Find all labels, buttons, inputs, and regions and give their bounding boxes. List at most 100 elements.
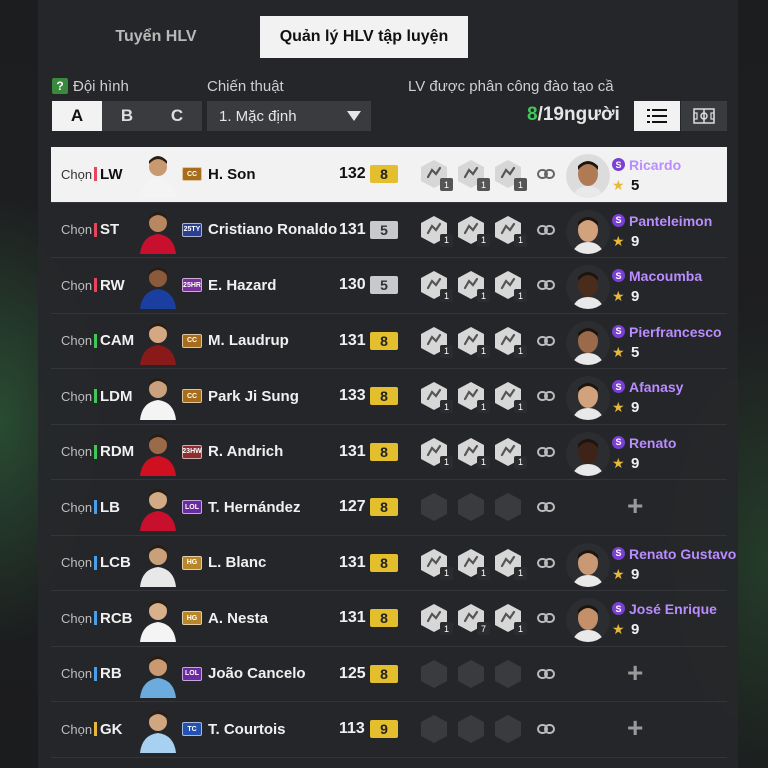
player-name: Cristiano Ronaldo — [208, 221, 338, 239]
position-color-bar — [94, 389, 97, 404]
skill-level: 1 — [477, 233, 490, 247]
upgrade-grade: 5 — [370, 276, 398, 295]
position-color-bar — [94, 333, 97, 348]
coach-level: 9 — [631, 399, 640, 416]
player-row[interactable]: Chọn RCB HG A. Nesta 131 8 1 7 1 S José Enrique ★ 9 — [51, 591, 727, 647]
choose-button[interactable]: Chọn — [61, 666, 92, 681]
player-name: R. Andrich — [208, 443, 284, 461]
coach-level: 5 — [631, 343, 640, 361]
tab-recruit-coach[interactable]: Tuyển HLV — [52, 16, 260, 58]
list-view-button[interactable] — [634, 101, 680, 131]
skill-hex-icon: 7 — [456, 603, 490, 636]
coach-badge-icon: S — [612, 158, 625, 171]
assigned-count: 8/19người — [527, 104, 620, 126]
position-label: LDM — [100, 387, 133, 405]
position-color-bar — [94, 444, 97, 459]
help-icon[interactable]: ? — [52, 78, 68, 94]
coach-badge-icon: S — [612, 269, 625, 282]
coach-avatar[interactable] — [566, 209, 610, 254]
season-badge: 25TY — [182, 222, 202, 237]
lineup-b-button[interactable]: B — [102, 101, 152, 131]
tab-manage-coach[interactable]: Quản lý HLV tập luyện — [260, 16, 468, 58]
skill-hex-icon: 1 — [493, 437, 527, 469]
choose-button[interactable]: Chọn — [61, 222, 92, 237]
add-coach-icon[interactable]: + — [627, 657, 643, 689]
add-coach-icon[interactable]: + — [627, 490, 643, 522]
link-icon — [537, 557, 555, 568]
choose-button[interactable]: Chọn — [61, 389, 92, 404]
choose-button[interactable]: Chọn — [61, 555, 92, 570]
star-icon: ★ — [612, 288, 625, 304]
skill-level: 1 — [514, 566, 527, 580]
coach-name: Renato — [629, 434, 677, 451]
choose-button[interactable]: Chọn — [61, 278, 92, 293]
assign-label: LV được phân công đào tạo cầu thủ — [408, 78, 614, 95]
season-badge: LOL — [182, 666, 202, 681]
player-row[interactable]: Chọn CAM CC M. Laudrup 131 8 1 1 1 S Pierfrancesco… — [51, 314, 727, 369]
coach-avatar[interactable] — [566, 431, 610, 476]
player-row[interactable]: Chọn ST 25TY Cristiano Ronaldo 131 5 1 1 1 S Pante… — [51, 203, 727, 258]
coach-avatar[interactable] — [566, 542, 610, 587]
skill-hex-icon: 1 — [493, 548, 527, 580]
star-icon: ★ — [612, 232, 625, 249]
add-coach-icon[interactable]: + — [627, 712, 643, 744]
coach-avatar[interactable] — [566, 154, 610, 198]
choose-button[interactable]: Chọn — [61, 333, 92, 348]
player-row[interactable]: Chọn GK TC T. Courtois 113 9 + — [51, 702, 727, 758]
skill-level: 1 — [477, 344, 490, 358]
skill-hex-icon: 1 — [419, 326, 453, 358]
position-label: LW — [100, 165, 123, 183]
skill-hex-icon: 1 — [493, 270, 527, 303]
player-row[interactable]: Chọn RB LOL João Cancelo 125 8 + — [51, 647, 727, 702]
training-skills: 1 1 1 — [419, 159, 527, 192]
coach-avatar[interactable] — [566, 598, 610, 642]
tactic-dropdown[interactable]: 1. Mặc định — [207, 101, 371, 131]
player-avatar — [137, 485, 179, 531]
training-skills — [419, 492, 527, 522]
player-row[interactable]: Chọn LB LOL T. Hernández 127 8 + — [51, 480, 727, 536]
link-icon — [537, 613, 555, 624]
link-icon — [537, 391, 555, 402]
coach-badge-icon: S — [612, 435, 625, 449]
player-ovr: 125 — [339, 664, 366, 682]
skill-level: 1 — [440, 455, 453, 469]
choose-button[interactable]: Chọn — [61, 167, 92, 182]
pitch-icon — [693, 108, 715, 124]
skill-level: 7 — [477, 622, 490, 636]
season-badge: CC — [182, 389, 202, 404]
choose-button[interactable]: Chọn — [61, 444, 92, 459]
player-row[interactable]: Chọn LDM CC Park Ji Sung 133 8 1 1 1 S Afanasy ★ 9 — [51, 369, 727, 425]
skill-hex-icon: 1 — [493, 381, 527, 414]
coach-avatar[interactable] — [566, 320, 610, 365]
coach-avatar[interactable] — [566, 376, 610, 420]
lineup-a-button[interactable]: A — [52, 101, 102, 131]
coach-name: Macoumba — [629, 268, 703, 284]
position-label: RB — [100, 665, 122, 683]
skill-hex-icon: 1 — [493, 603, 527, 636]
skill-level: 1 — [440, 233, 453, 247]
skill-level: 1 — [477, 289, 490, 303]
skill-hex-icon: 1 — [493, 215, 527, 247]
player-row[interactable]: Chọn LCB HG L. Blanc 131 8 1 1 1 S Renato Gustavo ★… — [51, 536, 736, 591]
lineup-c-button[interactable]: C — [152, 101, 202, 131]
player-row[interactable]: Chọn RDM 23HW R. Andrich 131 8 1 1 1 S Renato ★ 9 — [51, 425, 727, 480]
assigned-unit: người — [564, 104, 620, 125]
position-color-bar — [94, 167, 97, 182]
coach-avatar[interactable] — [566, 265, 610, 309]
player-row[interactable]: Chọn RW 25HR E. Hazard 130 5 1 1 1 S Macoumba ★ 9 — [51, 258, 727, 314]
choose-button[interactable]: Chọn — [61, 722, 92, 737]
training-skills: 1 1 1 — [419, 548, 527, 580]
player-avatar — [137, 430, 179, 476]
pitch-view-button[interactable] — [681, 101, 727, 131]
season-badge: 25HR — [182, 278, 202, 293]
player-avatar — [137, 596, 179, 642]
empty-skill-hex-icon — [419, 492, 453, 522]
star-icon: ★ — [612, 621, 625, 637]
choose-button[interactable]: Chọn — [61, 611, 92, 626]
player-row[interactable]: Chọn LW CC H. Son 132 8 1 1 1 S Ricardo ★ 5 — [51, 147, 727, 203]
skill-hex-icon: 1 — [493, 159, 527, 192]
choose-button[interactable]: Chọn — [61, 500, 92, 515]
player-ovr: 131 — [339, 442, 366, 460]
player-name: T. Hernández — [208, 498, 301, 516]
empty-skill-hex-icon — [456, 492, 490, 522]
